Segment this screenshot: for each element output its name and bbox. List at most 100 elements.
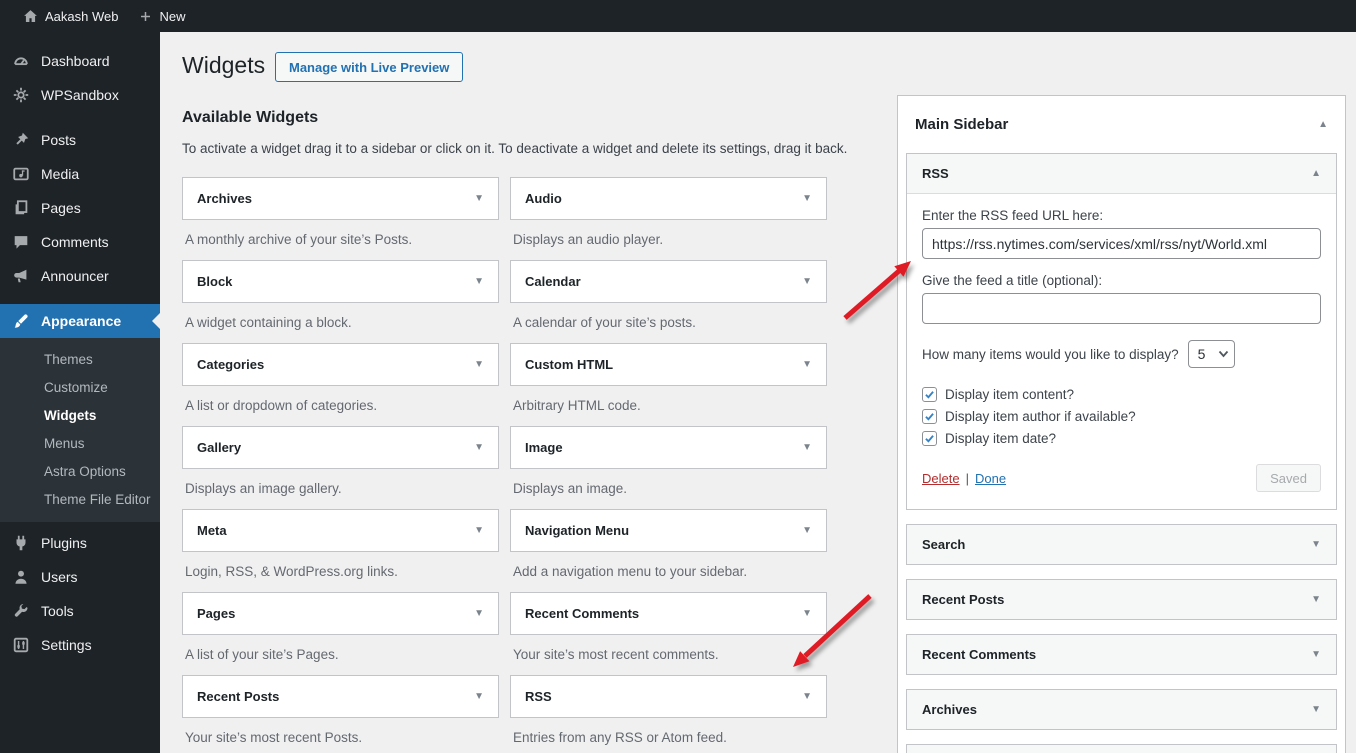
widget-desc: A calendar of your site’s posts. xyxy=(513,315,696,330)
widget-card-pages[interactable]: Pages ▼ xyxy=(182,592,499,635)
widget-card-navigation-menu[interactable]: Navigation Menu ▼ xyxy=(510,509,827,552)
widget-desc: Entries from any RSS or Atom feed. xyxy=(513,730,727,745)
sidebar-subitem-themes[interactable]: Themes xyxy=(0,345,160,373)
sidebar-subitem-theme-file-editor[interactable]: Theme File Editor xyxy=(0,485,160,513)
sidebar-subitem-customize[interactable]: Customize xyxy=(0,373,160,401)
widget-desc: Your site’s most recent Posts. xyxy=(185,730,363,745)
rss-title-input[interactable] xyxy=(922,293,1321,324)
megaphone-icon xyxy=(11,267,31,285)
widget-card-audio[interactable]: Audio ▼ xyxy=(510,177,827,220)
pages-icon xyxy=(11,199,31,217)
main-content: Widgets Manage with Live Preview Availab… xyxy=(160,32,1356,753)
main-sidebar-header[interactable]: Main Sidebar ▲ xyxy=(898,96,1345,153)
sidebar-item-media[interactable]: Media xyxy=(0,157,160,191)
manage-live-preview-button[interactable]: Manage with Live Preview xyxy=(275,52,464,82)
main-sidebar-panel: Main Sidebar ▲ RSS ▲ Enter the RSS feed … xyxy=(897,95,1346,753)
chevron-down-icon[interactable]: ▼ xyxy=(802,691,812,702)
collapsed-widget-recent-comments[interactable]: Recent Comments ▼ xyxy=(906,634,1337,675)
rss-widget-footer: Delete | Done Saved xyxy=(922,464,1321,492)
widget-card-rss[interactable]: RSS ▼ xyxy=(510,675,827,718)
chevron-down-icon[interactable]: ▼ xyxy=(474,691,484,702)
chevron-up-icon[interactable]: ▲ xyxy=(1318,119,1328,130)
sidebar-item-plugins[interactable]: Plugins xyxy=(0,526,160,560)
rss-checkbox-row-author: Display item author if available? xyxy=(922,405,1321,427)
collapsed-widget-partial[interactable] xyxy=(906,744,1337,753)
rss-widget-header[interactable]: RSS ▲ xyxy=(907,154,1336,194)
chevron-down-icon[interactable]: ▼ xyxy=(802,359,812,370)
chevron-down-icon[interactable]: ▼ xyxy=(474,442,484,453)
checkbox-checked-icon[interactable] xyxy=(922,386,937,402)
chevron-down-icon[interactable]: ▼ xyxy=(474,608,484,619)
admin-bar-site[interactable]: Aakash Web xyxy=(12,0,128,32)
items-count-select[interactable]: 5 xyxy=(1187,340,1235,368)
collapsed-widget-search[interactable]: Search ▼ xyxy=(906,524,1337,565)
chevron-down-icon[interactable]: ▼ xyxy=(802,276,812,287)
saved-button[interactable]: Saved xyxy=(1256,464,1321,492)
rss-items-row: How many items would you like to display… xyxy=(922,340,1321,368)
chevron-down-icon[interactable]: ▼ xyxy=(802,525,812,536)
widget-desc: A monthly archive of your site’s Posts. xyxy=(185,232,413,247)
sidebar-item-tools[interactable]: Tools xyxy=(0,594,160,628)
widget-card-archives[interactable]: Archives ▼ xyxy=(182,177,499,220)
rss-widget: RSS ▲ Enter the RSS feed URL here: Give … xyxy=(906,153,1337,510)
widget-card-meta[interactable]: Meta ▼ xyxy=(182,509,499,552)
sidebar-item-pages[interactable]: Pages xyxy=(0,191,160,225)
chevron-down-icon[interactable]: ▼ xyxy=(802,608,812,619)
chevron-down-icon[interactable]: ▼ xyxy=(1311,649,1321,660)
collapsed-widget-archives[interactable]: Archives ▼ xyxy=(906,689,1337,730)
sidebar-item-comments[interactable]: Comments xyxy=(0,225,160,259)
widget-card-calendar[interactable]: Calendar ▼ xyxy=(510,260,827,303)
home-icon xyxy=(22,8,39,25)
widget-card-image[interactable]: Image ▼ xyxy=(510,426,827,469)
sidebar-item-wpsandbox[interactable]: WPSandbox xyxy=(0,78,160,112)
widget-desc: Displays an image. xyxy=(513,481,628,496)
widget-desc: Your site’s most recent comments. xyxy=(513,647,719,662)
chevron-down-icon[interactable]: ▼ xyxy=(1311,594,1321,605)
sidebar-subitem-widgets[interactable]: Widgets xyxy=(0,401,160,429)
gear-icon xyxy=(11,86,31,104)
chevron-down-icon[interactable]: ▼ xyxy=(802,193,812,204)
available-widgets-heading: Available Widgets xyxy=(182,109,319,126)
widget-card-custom-html[interactable]: Custom HTML ▼ xyxy=(510,343,827,386)
chevron-up-icon[interactable]: ▲ xyxy=(1311,168,1321,179)
sidebar-subitem-astra-options[interactable]: Astra Options xyxy=(0,457,160,485)
checkbox-checked-icon[interactable] xyxy=(922,430,937,446)
admin-bar-new[interactable]: New xyxy=(128,0,195,32)
available-widgets-description: To activate a widget drag it to a sideba… xyxy=(182,141,848,156)
chevron-down-icon[interactable]: ▼ xyxy=(474,359,484,370)
widget-desc: Displays an image gallery. xyxy=(185,481,342,496)
chevron-down-icon[interactable]: ▼ xyxy=(1311,539,1321,550)
sidebar-item-appearance[interactable]: Appearance xyxy=(0,304,160,338)
widget-card-gallery[interactable]: Gallery ▼ xyxy=(182,426,499,469)
checkbox-checked-icon[interactable] xyxy=(922,408,937,424)
new-label: New xyxy=(159,8,186,24)
plug-icon xyxy=(11,534,31,552)
rss-url-label: Enter the RSS feed URL here: xyxy=(922,208,1104,223)
rss-title-label: Give the feed a title (optional): xyxy=(922,273,1103,288)
wrench-icon xyxy=(11,602,31,620)
rss-checkbox-row-content: Display item content? xyxy=(922,383,1321,405)
delete-link[interactable]: Delete xyxy=(922,471,960,486)
chevron-down-icon[interactable]: ▼ xyxy=(474,193,484,204)
chevron-down-icon[interactable]: ▼ xyxy=(802,442,812,453)
sidebar-item-users[interactable]: Users xyxy=(0,560,160,594)
widget-card-recent-posts[interactable]: Recent Posts ▼ xyxy=(182,675,499,718)
sidebar-subitem-menus[interactable]: Menus xyxy=(0,429,160,457)
sidebar-item-dashboard[interactable]: Dashboard xyxy=(0,44,160,78)
rss-items-label: How many items would you like to display… xyxy=(922,346,1179,362)
rss-url-input[interactable] xyxy=(922,228,1321,259)
chevron-down-icon[interactable]: ▼ xyxy=(474,525,484,536)
widget-card-categories[interactable]: Categories ▼ xyxy=(182,343,499,386)
widget-desc: Add a navigation menu to your sidebar. xyxy=(513,564,748,579)
widget-card-recent-comments[interactable]: Recent Comments ▼ xyxy=(510,592,827,635)
sidebar-item-settings[interactable]: Settings xyxy=(0,628,160,662)
page-title: Widgets xyxy=(182,52,266,78)
widget-card-block[interactable]: Block ▼ xyxy=(182,260,499,303)
chevron-down-icon[interactable]: ▼ xyxy=(1311,704,1321,715)
chevron-down-icon[interactable]: ▼ xyxy=(474,276,484,287)
sidebar-item-announcer[interactable]: Announcer xyxy=(0,259,160,293)
sidebar-item-posts[interactable]: Posts xyxy=(0,123,160,157)
done-link[interactable]: Done xyxy=(975,471,1006,486)
collapsed-widget-recent-posts[interactable]: Recent Posts ▼ xyxy=(906,579,1337,620)
admin-bar: Aakash Web New xyxy=(0,0,1356,32)
